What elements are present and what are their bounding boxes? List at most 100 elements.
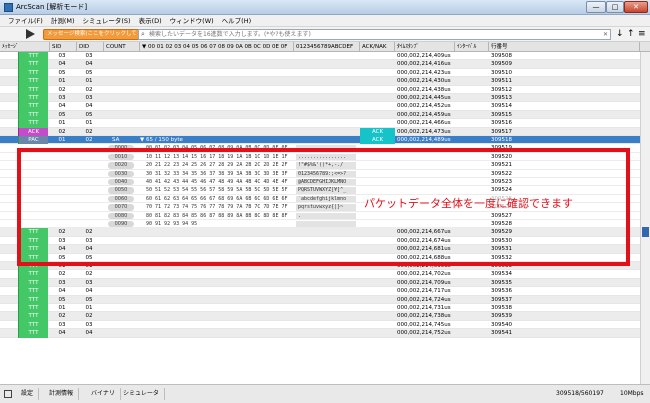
sid-cell: 04 <box>58 103 66 110</box>
sid-cell: 04 <box>58 288 66 295</box>
header-did[interactable]: DID <box>77 42 104 52</box>
did-cell: 03 <box>85 95 93 101</box>
tab-simulator[interactable]: シミュレータ <box>118 388 165 400</box>
timestamp-cell: 000,002,214,466us <box>397 120 451 127</box>
ack-badge: ACK <box>360 127 395 136</box>
maximize-button[interactable]: □ <box>606 1 624 13</box>
vertical-scrollbar[interactable] <box>640 52 650 384</box>
search-down-icon[interactable]: ↓ <box>616 29 624 39</box>
line-number-cell: 309539 <box>491 313 512 320</box>
header-message[interactable]: ﾒｯｾｰｼﾞ <box>0 42 50 52</box>
did-cell: 03 <box>85 279 93 286</box>
menu-window[interactable]: ウィンドウ(W) <box>166 15 218 26</box>
did-cell: 04 <box>85 288 93 295</box>
tab-settings[interactable]: 設定 <box>16 388 40 400</box>
play-icon[interactable] <box>26 29 35 39</box>
line-number-cell: 309511 <box>491 78 512 85</box>
table-row[interactable]: TTT 03 03 000,002,214,445us 309513 <box>0 94 640 103</box>
table-row[interactable]: TTT 03 03 000,002,214,745us 309540 <box>0 320 640 330</box>
message-type-badge: TTT <box>18 270 48 279</box>
message-type-badge: TTT <box>18 68 48 78</box>
timestamp-cell: 000,002,214,430us <box>397 78 451 85</box>
timestamp-cell: 000,002,214,438us <box>397 86 451 93</box>
timestamp-cell: 000,002,214,416us <box>397 61 451 68</box>
header-timestamp[interactable]: ﾀｲﾑｽﾀﾝﾌﾟ <box>395 42 455 52</box>
table-row[interactable]: TTT 01 01 000,002,214,430us 309511 <box>0 77 640 86</box>
table-row[interactable]: TTT 02 02 000,002,214,738us 309539 <box>0 312 640 321</box>
did-cell: 04 <box>85 330 93 337</box>
message-type-badge: TTT <box>18 60 48 69</box>
tab-binary[interactable]: バイナリ <box>86 388 121 400</box>
table-row[interactable]: TTT 04 04 000,002,214,717us 309536 <box>0 287 640 296</box>
table-row[interactable]: TTT 01 01 000,002,214,731us 309538 <box>0 304 640 313</box>
table-row[interactable]: TTT 05 05 000,002,214,423us 309510 <box>0 68 640 78</box>
timestamp-cell: 000,002,214,717us <box>397 288 451 295</box>
did-cell: 04 <box>85 103 93 110</box>
menu-file[interactable]: ファイル(F) <box>4 15 47 26</box>
header-count[interactable]: COUNT <box>104 42 140 52</box>
message-type-badge: TTT <box>18 94 48 103</box>
did-cell: 04 <box>85 61 93 68</box>
header-hex[interactable]: ▼ 00 01 02 03 04 05 06 07 08 09 0A 0B 0C… <box>140 42 294 52</box>
line-number-cell: 309512 <box>491 86 512 93</box>
menu-bar: ファイル(F) 計測(M) シミュレータ(S) 表示(D) ウィンドウ(W) ヘ… <box>0 15 650 27</box>
sid-cell: 02 <box>58 128 66 135</box>
table-row[interactable]: TTT 05 05 000,002,214,724us 309537 <box>0 295 640 304</box>
timestamp-cell: 000,002,214,452us <box>397 103 451 110</box>
header-ascii[interactable]: 0123456789ABCDEF <box>294 42 360 52</box>
message-type-badge: TTT <box>18 287 48 296</box>
message-type-badge: TTT <box>18 320 48 330</box>
did-cell: 03 <box>85 321 93 328</box>
message-type-badge: TTT <box>18 77 48 86</box>
timestamp-cell: 000,002,214,709us <box>397 279 451 286</box>
table-row[interactable]: TTT 03 03 000,002,214,409us 309508 <box>0 52 640 61</box>
did-cell: 02 <box>85 271 93 278</box>
table-row[interactable]: TTT 04 04 000,002,214,452us 309514 <box>0 102 640 111</box>
message-type-badge: TTT <box>18 304 48 313</box>
table-row[interactable]: TTT 04 04 000,002,214,752us 309541 <box>0 329 640 338</box>
tab-measure-info[interactable]: 計測情報 <box>44 388 80 400</box>
menu-simulator[interactable]: シミュレータ(S) <box>79 15 135 26</box>
clear-icon[interactable]: ✕ <box>603 30 608 39</box>
timestamp-cell: 000,002,214,473us <box>397 128 451 135</box>
message-type-badge: TTT <box>18 278 48 288</box>
header-interval[interactable]: ｲﾝﾀｰﾊﾞﾙ <box>455 42 489 52</box>
table-row[interactable]: TTT 02 02 000,002,214,702us 309534 <box>0 270 640 279</box>
timestamp-cell: 000,002,214,724us <box>397 296 451 303</box>
table-row[interactable]: TTT 05 05 000,002,214,459us 309515 <box>0 110 640 120</box>
message-type-badge: TTT <box>18 85 48 94</box>
scroll-position-marker[interactable] <box>642 227 649 237</box>
header-line-no[interactable]: 行番号 <box>489 42 640 52</box>
sid-cell: 03 <box>58 321 66 328</box>
table-row[interactable]: TTT 02 02 000,002,214,438us 309512 <box>0 85 640 94</box>
menu-measure[interactable]: 計測(M) <box>47 15 79 26</box>
sid-cell: 01 <box>58 120 66 127</box>
message-type-badge: PAC <box>18 136 48 145</box>
menu-icon[interactable]: ≡ <box>638 29 646 39</box>
menu-view[interactable]: 表示(D) <box>135 15 166 26</box>
window-title: ArcScan [解析モード] <box>16 3 88 11</box>
selected-packet-row[interactable]: PAC 01 02 SA ▼ 65 / 150 byte ACK 000,002,214,4… <box>0 136 640 145</box>
close-button[interactable]: ✕ <box>624 1 648 13</box>
sid-cell: 01 <box>58 305 66 311</box>
minimize-button[interactable]: — <box>586 1 606 13</box>
timestamp-cell: 000,002,214,489us <box>397 137 451 143</box>
table-row[interactable]: TTT 03 03 000,002,214,709us 309535 <box>0 278 640 288</box>
table-row[interactable]: TTT 01 01 000,002,214,466us 309516 <box>0 119 640 128</box>
message-type-badge: TTT <box>18 295 48 304</box>
did-cell: 03 <box>85 53 93 59</box>
header-sid[interactable]: SID <box>50 42 77 52</box>
sid-cell: 03 <box>58 53 66 59</box>
menu-help[interactable]: ヘルプ(H) <box>218 15 255 26</box>
table-row[interactable]: ACK 02 02 ACK 000,002,214,473us 309517 <box>0 127 640 136</box>
search-input[interactable] <box>149 30 599 39</box>
timestamp-cell: 000,002,214,745us <box>397 321 451 328</box>
search-up-icon[interactable]: ↑ <box>627 29 635 39</box>
line-number-cell: 309513 <box>491 95 512 101</box>
did-cell: 02 <box>85 137 93 143</box>
header-ack-nak[interactable]: ACK/NAK <box>360 42 395 52</box>
table-row[interactable]: TTT 04 04 000,002,214,416us 309509 <box>0 60 640 69</box>
panel-toggle-icon[interactable] <box>4 390 12 398</box>
packet-summary[interactable]: ▼ 65 / 150 byte <box>140 136 290 144</box>
sid-cell: 04 <box>58 330 66 337</box>
